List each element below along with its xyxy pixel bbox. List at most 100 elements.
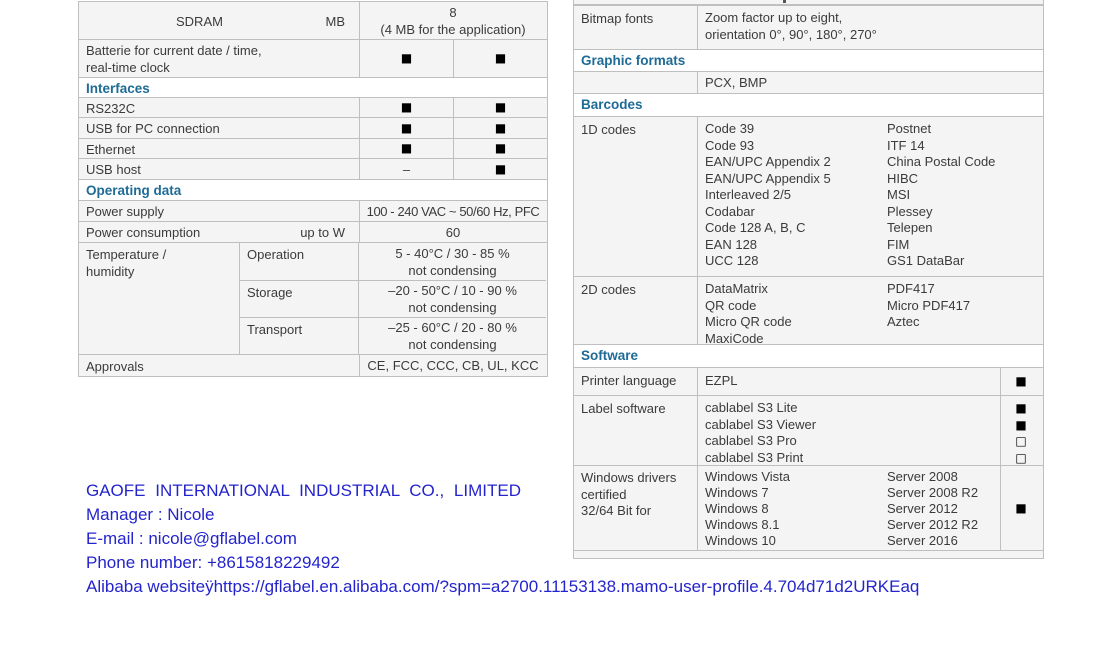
temp-operation-range: 5 - 40°C / 30 - 85 %	[395, 245, 510, 261]
temperature-label-line1: Temperature /	[86, 247, 167, 262]
row-temperature: Temperature / humidity Operation 5 - 40°…	[79, 243, 547, 355]
bitmap-fonts-line1: Zoom factor up to eight,	[705, 10, 843, 25]
contact-phone: Phone number: +8615818229492	[86, 553, 340, 572]
graphic-formats-value: PCX, BMP	[705, 75, 768, 90]
operating-data-header: Operating data	[86, 183, 182, 198]
bitmap-fonts-line2: orientation 0°, 90°, 180°, 270°	[705, 26, 877, 42]
battery-mark-b: ■	[494, 51, 507, 65]
label-software-label: Label software	[574, 396, 698, 465]
power-consumption-label-cell: Power consumption up to W	[79, 222, 360, 242]
1d-codes-value: Code 39 Code 93 EAN/UPC Appendix 2 EAN/UPC …	[698, 117, 1042, 276]
temp-transport-range: –25 - 60°C / 20 - 80 %	[388, 320, 517, 335]
software-header: Software	[581, 348, 639, 363]
sdram-label-cell: SDRAM MB	[79, 2, 360, 39]
row-software-header: Software	[574, 345, 1043, 368]
bitmap-fonts-label: Bitmap fonts	[574, 6, 698, 49]
temp-storage-note: not condensing	[408, 300, 497, 315]
spec-table-right: Bitmap fonts Zoom factor up to eight, or…	[573, 0, 1044, 559]
power-supply-label: Power supply	[79, 201, 360, 221]
row-graphic-formats: PCX, BMP	[574, 72, 1043, 94]
temperature-subtable: Operation 5 - 40°C / 30 - 85 % not conde…	[240, 243, 546, 354]
temp-value-transport: –25 - 60°C / 20 - 80 % not condensing	[359, 318, 546, 354]
2d-codes-value: DataMatrix QR code Micro QR code MaxiCode P…	[698, 277, 1042, 344]
printer-language-label: Printer language	[574, 368, 698, 395]
row-ethernet: Ethernet ■ ■	[79, 139, 547, 159]
row-approvals: Approvals CE, FCC, CCC, CB, UL, KCC	[79, 355, 547, 377]
usb-host-label: USB host	[79, 159, 360, 179]
sdram-value-cell: 8 (4 MB for the application)	[360, 2, 546, 39]
row-power-consumption: Power consumption up to W 60	[79, 222, 547, 243]
battery-mark-a: ■	[360, 40, 454, 77]
temperature-label-line2: humidity	[86, 264, 135, 279]
row-barcodes-header: Barcodes	[574, 94, 1043, 117]
temp-row-transport: Transport –25 - 60°C / 20 - 80 % not con…	[240, 318, 546, 354]
usb-host-mark-a: –	[360, 159, 454, 179]
1d-codes-list-2: Postnet ITF 14 China Postal Code HIBC MSI Ple…	[887, 121, 996, 268]
2d-codes-list-1: DataMatrix QR code Micro QR code MaxiCode	[705, 281, 792, 344]
ethernet-mark-a: ■	[360, 139, 454, 158]
row-printer-language: Printer language EZPL ■	[574, 368, 1043, 396]
power-consumption-unit: up to W	[300, 225, 345, 240]
temp-transport-note: not condensing	[408, 337, 497, 352]
approvals-value: CE, FCC, CCC, CB, UL, KCC	[367, 358, 539, 373]
row-battery: Batterie for current date / time, real-t…	[79, 40, 547, 78]
row-cutoff-top	[574, 0, 1043, 6]
row-graphic-formats-header: Graphic formats	[574, 50, 1043, 72]
cut-off-text-remnant	[783, 0, 786, 3]
rs232c-mark-b: ■	[494, 100, 507, 114]
2d-codes-label: 2D codes	[574, 277, 698, 344]
row-power-supply: Power supply 100 - 240 VAC ~ 50/60 Hz, P…	[79, 201, 547, 222]
contact-website-url: Alibaba websiteÿhttps://gflabel.en.aliba…	[86, 577, 920, 596]
label-software-list: cablabel S3 Lite cablabel S3 Viewer cablab…	[698, 396, 1001, 465]
sdram-unit-label: MB	[325, 13, 346, 29]
rs232c-mark-a: ■	[360, 98, 454, 117]
approvals-label: Approvals	[79, 355, 360, 376]
temp-operation-note: not condensing	[408, 262, 497, 278]
ethernet-mark-b: ■	[494, 141, 507, 155]
power-consumption-value: 60	[445, 224, 461, 240]
temp-mode-operation: Operation	[240, 243, 359, 280]
usb-host-mark-b: ■	[494, 161, 507, 176]
windows-drivers-mark: ■	[1015, 500, 1027, 515]
label-software-marks: ■ ■ □ □	[1015, 401, 1027, 465]
interfaces-header: Interfaces	[86, 81, 150, 96]
temp-value-operation: 5 - 40°C / 30 - 85 % not condensing	[359, 243, 546, 280]
printer-language-value: EZPL	[698, 368, 1001, 395]
temp-mode-transport: Transport	[240, 318, 359, 354]
sdram-label: SDRAM	[176, 13, 223, 29]
1d-codes-label: 1D codes	[574, 117, 698, 276]
temp-row-operation: Operation 5 - 40°C / 30 - 85 % not conde…	[240, 243, 546, 281]
contact-block: GAOFE INTERNATIONAL INDUSTRIAL CO., LIMI…	[86, 481, 919, 601]
graphic-formats-label-empty	[574, 72, 698, 93]
row-usb-host: USB host – ■	[79, 159, 547, 180]
printer-language-mark: ■	[1015, 374, 1027, 388]
1d-codes-list-1: Code 39 Code 93 EAN/UPC Appendix 2 EAN/UPC …	[705, 121, 831, 268]
row-label-software: Label software cablabel S3 Lite cablabel …	[574, 396, 1043, 466]
row-usb-pc: USB for PC connection ■ ■	[79, 118, 547, 139]
barcodes-header: Barcodes	[581, 97, 643, 112]
contact-manager: Manager : Nicole	[86, 505, 215, 524]
power-consumption-label: Power consumption	[86, 225, 201, 240]
temp-row-storage: Storage –20 - 50°C / 10 - 90 % not conde…	[240, 281, 546, 318]
spec-table-left: SDRAM MB 8 (4 MB for the application) Ba…	[78, 1, 548, 377]
battery-label-line2: real-time clock	[86, 60, 170, 75]
battery-label-line1: Batterie for current date / time,	[86, 43, 262, 58]
bitmap-fonts-value: Zoom factor up to eight, orientation 0°,…	[698, 6, 1042, 49]
temp-storage-range: –20 - 50°C / 10 - 90 %	[388, 283, 517, 298]
sdram-value: 8	[449, 4, 457, 20]
row-operating-header: Operating data	[79, 180, 547, 201]
rs232c-label: RS232C	[79, 98, 360, 117]
row-rs232c: RS232C ■ ■	[79, 98, 547, 118]
temp-value-storage: –20 - 50°C / 10 - 90 % not condensing	[359, 281, 546, 317]
ethernet-label: Ethernet	[79, 139, 360, 158]
usb-pc-mark-a: ■	[360, 118, 454, 138]
row-interfaces-header: Interfaces	[79, 78, 547, 98]
row-1d-codes: 1D codes Code 39 Code 93 EAN/UPC Appendix …	[574, 117, 1043, 277]
usb-pc-mark-b: ■	[494, 120, 507, 135]
company-name: GAOFE INTERNATIONAL INDUSTRIAL CO., LIMI…	[86, 481, 521, 500]
row-sdram: SDRAM MB 8 (4 MB for the application)	[79, 2, 547, 40]
graphic-formats-header: Graphic formats	[581, 53, 686, 68]
temp-mode-storage: Storage	[240, 281, 359, 317]
2d-codes-list-2: PDF417 Micro PDF417 Aztec	[887, 281, 971, 329]
battery-label-cell: Batterie for current date / time, real-t…	[79, 40, 360, 77]
